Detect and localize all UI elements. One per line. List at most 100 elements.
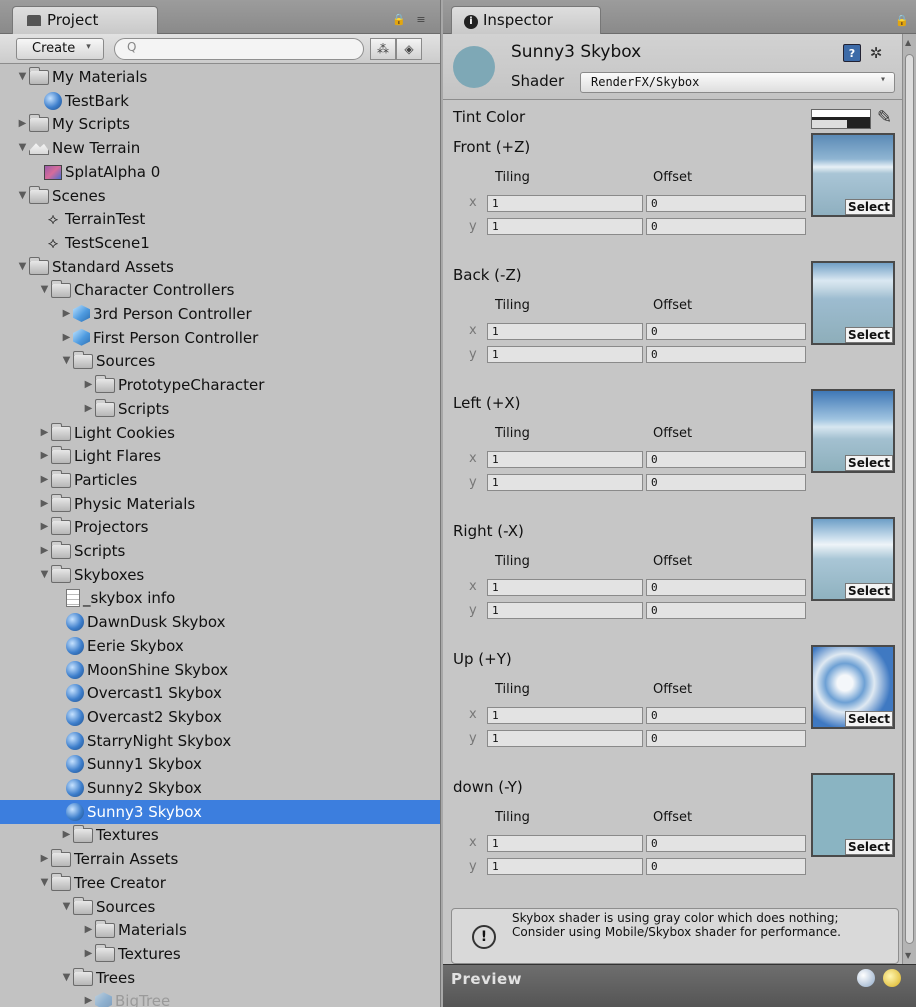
expand-closed-icon[interactable]: ▶ — [82, 918, 95, 942]
inspector-scrollbar[interactable]: ▲ ▼ — [902, 34, 916, 964]
offset-y-field[interactable]: 0 — [646, 730, 806, 747]
expand-closed-icon[interactable]: ▶ — [16, 112, 29, 136]
expand-closed-icon[interactable]: ▶ — [38, 421, 51, 445]
tree-item[interactable]: ▶ Scripts — [0, 397, 440, 421]
filter-label-icon[interactable]: ◈ — [396, 38, 422, 60]
select-button[interactable]: Select — [845, 711, 893, 727]
expand-open-icon[interactable]: ▼ — [60, 895, 73, 919]
tree-item[interactable]: Eerie Skybox — [0, 634, 440, 658]
tree-item[interactable]: ▼ Sources — [0, 349, 440, 373]
tiling-x-field[interactable]: 1 — [487, 451, 643, 468]
scrollbar-thumb[interactable] — [905, 54, 914, 944]
tree-item[interactable]: ▼ Scenes — [0, 184, 440, 208]
tiling-x-field[interactable]: 1 — [487, 323, 643, 340]
tree-item[interactable]: ▶ Light Flares — [0, 444, 440, 468]
tiling-y-field[interactable]: 1 — [487, 858, 643, 875]
tree-item[interactable]: ▼ New Terrain — [0, 136, 440, 160]
lock-icon[interactable]: 🔒 — [388, 14, 410, 26]
expand-closed-icon[interactable]: ▶ — [38, 847, 51, 871]
tree-item[interactable]: ▶ Materials — [0, 918, 440, 942]
tree-item[interactable]: ⟡ TerrainTest — [0, 207, 440, 231]
tree-item[interactable]: ▶ PrototypeCharacter — [0, 373, 440, 397]
tiling-y-field[interactable]: 1 — [487, 474, 643, 491]
tree-item[interactable]: StarryNight Skybox — [0, 729, 440, 753]
expand-closed-icon[interactable]: ▶ — [82, 397, 95, 421]
eyedropper-icon[interactable]: ✎ — [877, 107, 892, 128]
tree-item[interactable]: ▼ Trees — [0, 966, 440, 990]
tree-item[interactable]: ▶ Terrain Assets — [0, 847, 440, 871]
preview-light-icon[interactable] — [883, 969, 901, 987]
texture-thumbnail[interactable]: Select — [811, 389, 895, 473]
expand-closed-icon[interactable]: ▶ — [60, 302, 73, 326]
offset-x-field[interactable]: 0 — [646, 195, 806, 212]
gear-icon[interactable]: ✲ — [867, 44, 885, 62]
tree-item[interactable]: ▶ 3rd Person Controller — [0, 302, 440, 326]
tint-color-swatch[interactable] — [811, 109, 871, 129]
tree-item[interactable]: Sunny3 Skybox — [0, 799, 440, 824]
offset-x-field[interactable]: 0 — [646, 579, 806, 596]
expand-closed-icon[interactable]: ▶ — [38, 444, 51, 468]
search-input[interactable]: Q — [114, 38, 364, 60]
expand-closed-icon[interactable]: ▶ — [38, 515, 51, 539]
expand-open-icon[interactable]: ▼ — [38, 871, 51, 895]
tree-item[interactable]: MoonShine Skybox — [0, 658, 440, 682]
tree-item[interactable]: ▶ My Scripts — [0, 112, 440, 136]
expand-closed-icon[interactable]: ▶ — [82, 989, 95, 1007]
create-button[interactable]: Create ▾ — [16, 38, 104, 60]
filter-type-icon[interactable]: ⁂ — [370, 38, 396, 60]
offset-x-field[interactable]: 0 — [646, 707, 806, 724]
select-button[interactable]: Select — [845, 327, 893, 343]
scroll-up-icon[interactable]: ▲ — [905, 38, 911, 47]
offset-x-field[interactable]: 0 — [646, 451, 806, 468]
expand-closed-icon[interactable]: ▶ — [38, 492, 51, 516]
expand-closed-icon[interactable]: ▶ — [82, 373, 95, 397]
tree-item[interactable]: ▼ Tree Creator — [0, 871, 440, 895]
preview-sphere-icon[interactable] — [857, 969, 875, 987]
texture-thumbnail[interactable]: Select — [811, 773, 895, 857]
offset-y-field[interactable]: 0 — [646, 858, 806, 875]
tree-item[interactable]: SplatAlpha 0 — [0, 160, 440, 184]
tree-item[interactable]: DawnDusk Skybox — [0, 610, 440, 634]
tree-item[interactable]: ▼ Skyboxes — [0, 563, 440, 587]
tiling-y-field[interactable]: 1 — [487, 602, 643, 619]
expand-closed-icon[interactable]: ▶ — [38, 539, 51, 563]
select-button[interactable]: Select — [845, 583, 893, 599]
expand-open-icon[interactable]: ▼ — [16, 255, 29, 279]
offset-y-field[interactable]: 0 — [646, 218, 806, 235]
texture-thumbnail[interactable]: Select — [811, 261, 895, 345]
tree-item[interactable]: ⟡ TestScene1 — [0, 231, 440, 255]
expand-closed-icon[interactable]: ▶ — [60, 823, 73, 847]
tree-item[interactable]: ▶ First Person Controller — [0, 326, 440, 350]
select-button[interactable]: Select — [845, 455, 893, 471]
tree-item[interactable]: Sunny1 Skybox — [0, 752, 440, 776]
offset-y-field[interactable]: 0 — [646, 474, 806, 491]
tree-item[interactable]: ▶ BigTree — [0, 989, 440, 1007]
tiling-y-field[interactable]: 1 — [487, 730, 643, 747]
offset-x-field[interactable]: 0 — [646, 835, 806, 852]
tree-item[interactable]: ▼ Sources — [0, 895, 440, 919]
texture-thumbnail[interactable]: Select — [811, 645, 895, 729]
tiling-y-field[interactable]: 1 — [487, 218, 643, 235]
tiling-x-field[interactable]: 1 — [487, 579, 643, 596]
expand-open-icon[interactable]: ▼ — [16, 65, 29, 89]
panel-menu-icon[interactable]: ≡ — [410, 14, 432, 26]
expand-open-icon[interactable]: ▼ — [38, 563, 51, 587]
tree-item[interactable]: ▶ Light Cookies — [0, 421, 440, 445]
tiling-x-field[interactable]: 1 — [487, 835, 643, 852]
tiling-x-field[interactable]: 1 — [487, 195, 643, 212]
tree-item[interactable]: ▶ Physic Materials — [0, 492, 440, 516]
select-button[interactable]: Select — [845, 199, 893, 215]
offset-x-field[interactable]: 0 — [646, 323, 806, 340]
tree-item[interactable]: Overcast2 Skybox — [0, 705, 440, 729]
scroll-down-icon[interactable]: ▼ — [905, 951, 911, 960]
shader-dropdown[interactable]: RenderFX/Skybox ▾ — [580, 72, 895, 93]
expand-open-icon[interactable]: ▼ — [16, 136, 29, 160]
expand-open-icon[interactable]: ▼ — [16, 184, 29, 208]
tree-item[interactable]: _skybox info — [0, 586, 440, 610]
tree-item[interactable]: TestBark — [0, 89, 440, 113]
offset-y-field[interactable]: 0 — [646, 602, 806, 619]
texture-thumbnail[interactable]: Select — [811, 133, 895, 217]
tree-item[interactable]: Sunny2 Skybox — [0, 776, 440, 800]
expand-closed-icon[interactable]: ▶ — [38, 468, 51, 492]
tree-item[interactable]: ▶ Textures — [0, 942, 440, 966]
